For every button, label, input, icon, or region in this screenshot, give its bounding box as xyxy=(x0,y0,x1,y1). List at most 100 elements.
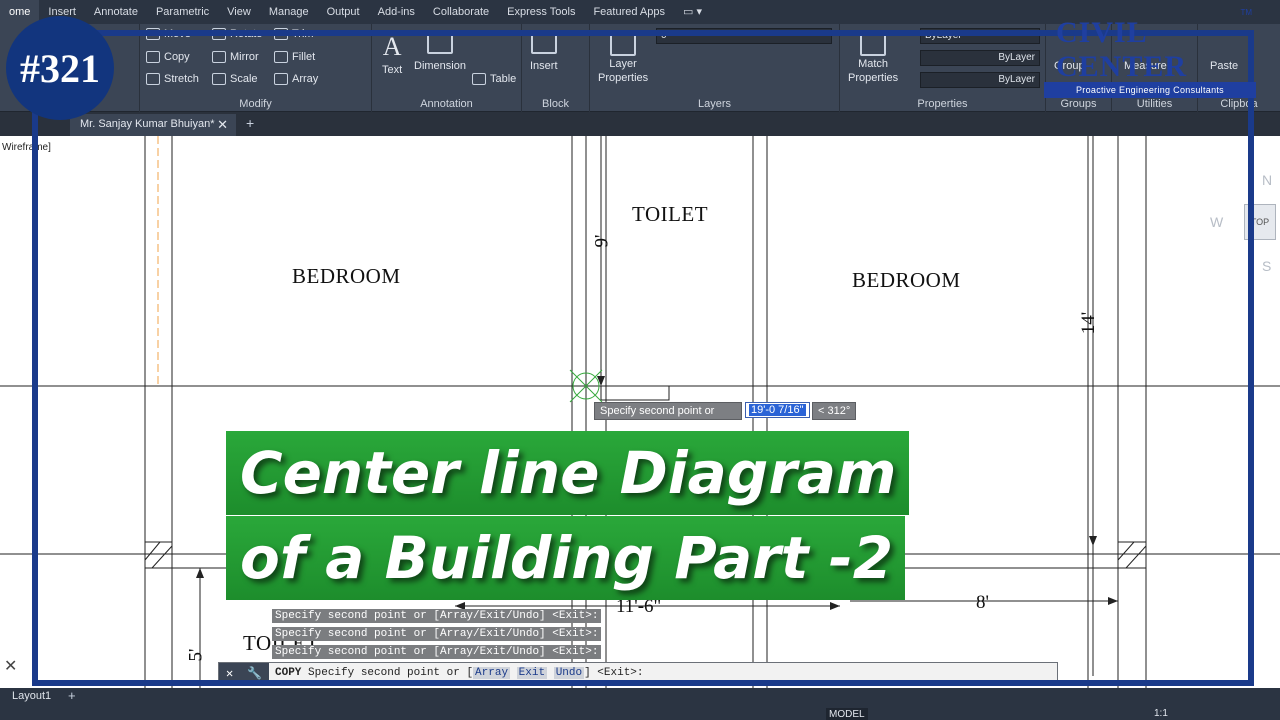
angle-input[interactable]: < 312° xyxy=(812,402,857,420)
match-properties-icon xyxy=(860,34,887,56)
ribbon-toggle-icon[interactable]: ▭ ▾ xyxy=(674,0,711,24)
table-tool[interactable]: Table xyxy=(472,73,516,85)
dimension-label: 8' xyxy=(976,592,989,613)
drawing-canvas[interactable]: Wireframe] BEDROOM TOILET BEDROOM TOILET… xyxy=(0,136,1280,688)
trim-tool[interactable]: Trim xyxy=(274,28,314,40)
layer-dropdown[interactable]: 0 xyxy=(656,28,832,44)
lineweight-dropdown[interactable]: ByLayer xyxy=(920,72,1040,88)
command-line[interactable]: ✕ 🔧 COPY Specify second point or [Array … xyxy=(218,662,1058,684)
episode-badge: #321 xyxy=(6,16,114,120)
tab-parametric[interactable]: Parametric xyxy=(147,0,218,24)
close-icon[interactable]: ✕ xyxy=(217,117,228,133)
annotation-panel: A Text Dimension Table Annotation xyxy=(372,24,522,112)
clipboard-panel-title[interactable]: Clipboa xyxy=(1198,98,1280,110)
logo-wordmark: CIVIL CENTER xyxy=(1056,16,1188,83)
viewcube-north[interactable]: N xyxy=(1262,172,1272,188)
command-name: COPY xyxy=(275,667,302,679)
room-label-bedroom: BEDROOM xyxy=(852,268,961,292)
properties-panel-title[interactable]: Properties xyxy=(840,98,1045,110)
viewcube[interactable]: N W TOP S xyxy=(1210,164,1276,304)
block-panel-title[interactable]: Block xyxy=(522,98,589,110)
move-icon xyxy=(146,28,160,40)
option-exit[interactable]: Exit xyxy=(516,667,548,679)
distance-input[interactable]: 19'-0 7/16" xyxy=(745,402,810,418)
annotation-panel-title[interactable]: Annotation xyxy=(372,98,521,110)
linetype-dropdown[interactable]: ByLayer xyxy=(920,50,1040,66)
logo-tagline: Proactive Engineering Consultants xyxy=(1044,82,1256,98)
dimension-label: 5' xyxy=(185,648,207,662)
command-prompt: COPY Specify second point or [Array Exit… xyxy=(275,667,644,679)
dimension-label: 9' xyxy=(591,234,613,248)
fillet-icon xyxy=(274,51,288,63)
copy-icon xyxy=(146,51,160,63)
document-tab-bar: Mr. Sanjay Kumar Bhuiyan* ✕ + xyxy=(0,112,1280,136)
tab-addins[interactable]: Add-ins xyxy=(369,0,424,24)
command-history-line: Specify second point or [Array/Exit/Undo… xyxy=(272,609,602,623)
layer-properties-icon xyxy=(610,34,637,56)
close-icon[interactable]: ✕ xyxy=(226,666,233,681)
tab-manage[interactable]: Manage xyxy=(260,0,318,24)
fillet-tool[interactable]: Fillet xyxy=(274,51,315,63)
room-label-toilet: TOILET xyxy=(632,202,709,226)
insert-block-icon xyxy=(530,32,557,54)
new-tab-button[interactable]: + xyxy=(246,115,254,131)
civil-center-logo: CIVIL CENTER TM Proactive Engineering Co… xyxy=(1044,4,1256,98)
wrench-icon[interactable]: 🔧 xyxy=(247,666,262,681)
move-tool[interactable]: Move xyxy=(146,28,191,40)
groups-panel-title[interactable]: Groups xyxy=(1046,98,1111,110)
text-icon: A xyxy=(382,32,402,61)
stretch-icon xyxy=(146,73,160,85)
option-undo[interactable]: Undo xyxy=(553,667,585,679)
tab-express-tools[interactable]: Express Tools xyxy=(498,0,584,24)
document-tab-label: Mr. Sanjay Kumar Bhuiyan* xyxy=(80,118,215,130)
array-tool[interactable]: Array xyxy=(274,73,318,85)
add-layout-button[interactable]: + xyxy=(68,688,76,703)
scale-tool[interactable]: Scale xyxy=(212,73,258,85)
viewcube-west[interactable]: W xyxy=(1210,214,1223,230)
properties-panel: Match Properties ByLayer ByLayer ByLayer … xyxy=(840,24,1046,112)
command-history-line: Specify second point or [Array/Exit/Undo… xyxy=(272,645,602,659)
option-array[interactable]: Array xyxy=(473,667,511,679)
viewcube-south[interactable]: S xyxy=(1262,258,1271,274)
match-properties-tool[interactable]: Match Properties xyxy=(848,34,898,84)
modify-panel-title[interactable]: Modify xyxy=(140,98,371,110)
modify-panel: Move Rotate Trim Copy Mirror Fillet Stre… xyxy=(140,24,372,112)
rotate-tool[interactable]: Rotate xyxy=(212,28,262,40)
viewcube-top-face[interactable]: TOP xyxy=(1244,204,1276,240)
table-icon xyxy=(472,73,486,85)
scale-icon xyxy=(212,73,226,85)
utilities-panel-title[interactable]: Utilities xyxy=(1112,98,1197,110)
stretch-tool[interactable]: Stretch xyxy=(146,73,199,85)
annotation-scale[interactable]: 1:1 xyxy=(1154,708,1168,719)
autocad-window: ome Insert Annotate Parametric View Mana… xyxy=(0,0,1280,720)
model-space-button[interactable]: MODEL xyxy=(826,708,868,720)
mirror-icon xyxy=(212,51,226,63)
dimension-tool[interactable]: Dimension xyxy=(414,32,466,72)
rotate-icon xyxy=(212,28,226,40)
logo-trademark: TM xyxy=(1240,8,1252,17)
copy-tool[interactable]: Copy xyxy=(146,51,190,63)
tab-home[interactable]: ome xyxy=(0,0,40,24)
layer-properties-tool[interactable]: Layer Properties xyxy=(598,34,648,84)
dimension-icon xyxy=(426,32,453,54)
mirror-tool[interactable]: Mirror xyxy=(212,51,259,63)
command-line-controls: ✕ 🔧 xyxy=(219,663,269,683)
text-tool[interactable]: A Text xyxy=(382,32,402,76)
tab-view[interactable]: View xyxy=(218,0,260,24)
block-panel: Insert Block xyxy=(522,24,590,112)
tab-output[interactable]: Output xyxy=(318,0,369,24)
room-label-bedroom: BEDROOM xyxy=(292,264,401,288)
tab-annotate[interactable]: Annotate xyxy=(85,0,147,24)
tab-featured-apps[interactable]: Featured Apps xyxy=(584,0,674,24)
layers-panel-title[interactable]: Layers xyxy=(590,98,839,110)
title-banner-line1: Center line Diagram xyxy=(226,431,909,515)
close-command-icon[interactable]: ✕ xyxy=(4,656,17,676)
layout-tab[interactable]: Layout1 xyxy=(6,689,57,703)
status-bar: Layout1 + MODEL 1:1 xyxy=(0,688,1280,720)
dynamic-input-prompt: Specify second point or xyxy=(594,402,742,420)
tab-collaborate[interactable]: Collaborate xyxy=(424,0,498,24)
insert-tool[interactable]: Insert xyxy=(530,32,558,72)
trim-icon xyxy=(274,28,288,40)
document-tab[interactable]: Mr. Sanjay Kumar Bhuiyan* ✕ xyxy=(70,114,236,136)
color-dropdown[interactable]: ByLayer xyxy=(920,28,1040,44)
